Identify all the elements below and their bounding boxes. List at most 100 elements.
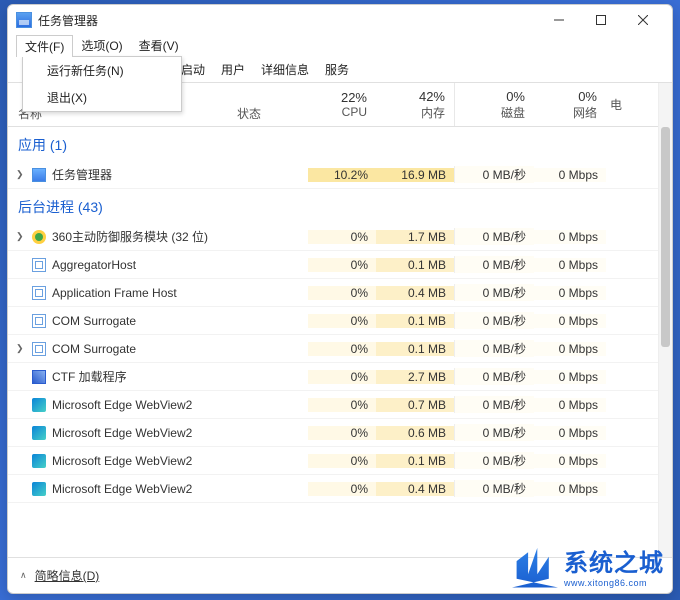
disk-value: 0 MB/秒 <box>454 312 534 329</box>
network-value: 0 Mbps <box>534 482 606 496</box>
network-value: 0 Mbps <box>534 342 606 356</box>
disk-value: 0 MB/秒 <box>454 340 534 357</box>
watermark-logo-icon <box>512 544 558 588</box>
table-row[interactable]: Microsoft Edge WebView2 0% 0.1 MB 0 MB/秒… <box>8 447 658 475</box>
tab-details[interactable]: 详细信息 <box>253 57 317 82</box>
cpu-value: 0% <box>308 426 376 440</box>
table-row[interactable]: Microsoft Edge WebView2 0% 0.6 MB 0 MB/秒… <box>8 419 658 447</box>
process-name: 360主动防御服务模块 (32 位) <box>52 228 208 245</box>
disk-value: 0 MB/秒 <box>454 228 534 245</box>
cpu-value: 0% <box>308 482 376 496</box>
app-icon <box>16 12 32 28</box>
expand-icon[interactable]: ❯ <box>16 231 26 242</box>
memory-value: 16.9 MB <box>376 168 454 182</box>
window-title: 任务管理器 <box>38 12 538 29</box>
network-value: 0 Mbps <box>534 398 606 412</box>
process-name: Microsoft Edge WebView2 <box>52 426 192 440</box>
process-name: CTF 加载程序 <box>52 368 127 385</box>
network-value: 0 Mbps <box>534 314 606 328</box>
table-row[interactable]: Application Frame Host 0% 0.4 MB 0 MB/秒 … <box>8 279 658 307</box>
disk-value: 0 MB/秒 <box>454 256 534 273</box>
expand-icon[interactable]: ❯ <box>16 343 26 354</box>
maximize-button[interactable] <box>580 6 622 34</box>
vertical-scrollbar[interactable] <box>658 83 672 557</box>
memory-value: 0.4 MB <box>376 286 454 300</box>
menu-exit[interactable]: 退出(X) <box>23 84 181 111</box>
disk-value: 0 MB/秒 <box>454 368 534 385</box>
memory-value: 0.6 MB <box>376 426 454 440</box>
network-value: 0 Mbps <box>534 168 606 182</box>
menu-file[interactable]: 文件(F) <box>16 35 73 57</box>
table-body: 应用 (1) ❯ 任务管理器 10.2% 16.9 MB 0 MB/秒 0 Mb… <box>8 127 658 557</box>
memory-value: 0.1 MB <box>376 454 454 468</box>
tab-services[interactable]: 服务 <box>317 57 357 82</box>
network-value: 0 Mbps <box>534 258 606 272</box>
process-icon <box>32 286 46 300</box>
task-manager-window: 任务管理器 文件(F) 选项(O) 查看(V) 运行新任务(N) 退出(X) 启… <box>7 4 673 594</box>
table-row[interactable]: Microsoft Edge WebView2 0% 0.7 MB 0 MB/秒… <box>8 391 658 419</box>
process-icon <box>32 314 46 328</box>
process-icon <box>32 482 46 496</box>
col-cpu[interactable]: 22%CPU <box>308 83 376 126</box>
watermark: 系统之城 www.xitong86.com <box>512 543 664 588</box>
table-row[interactable]: COM Surrogate 0% 0.1 MB 0 MB/秒 0 Mbps <box>8 307 658 335</box>
tab-users[interactable]: 用户 <box>213 57 253 82</box>
process-icon <box>32 370 46 384</box>
process-name: 任务管理器 <box>52 166 112 183</box>
process-icon <box>32 168 46 182</box>
table-row[interactable]: Microsoft Edge WebView2 0% 0.4 MB 0 MB/秒… <box>8 475 658 503</box>
menu-run-new-task[interactable]: 运行新任务(N) <box>23 57 181 84</box>
disk-value: 0 MB/秒 <box>454 166 534 183</box>
cpu-value: 0% <box>308 398 376 412</box>
collapse-icon[interactable]: ∧ <box>20 570 27 581</box>
process-name: AggregatorHost <box>52 258 136 272</box>
expand-icon[interactable]: ❯ <box>16 169 26 180</box>
process-icon <box>32 342 46 356</box>
memory-value: 0.1 MB <box>376 314 454 328</box>
titlebar[interactable]: 任务管理器 <box>8 5 672 35</box>
close-button[interactable] <box>622 6 664 34</box>
process-name: Application Frame Host <box>52 286 177 300</box>
brief-info-link[interactable]: 简略信息(D) <box>35 567 100 584</box>
disk-value: 0 MB/秒 <box>454 452 534 469</box>
process-table: 名称 状态 22%CPU 42%内存 0%磁盘 0%网络 电 应用 (1) ❯ … <box>8 83 658 557</box>
network-value: 0 Mbps <box>534 286 606 300</box>
table-row[interactable]: ❯ 360主动防御服务模块 (32 位) 0% 1.7 MB 0 MB/秒 0 … <box>8 223 658 251</box>
memory-value: 0.1 MB <box>376 342 454 356</box>
disk-value: 0 MB/秒 <box>454 480 534 497</box>
process-name: Microsoft Edge WebView2 <box>52 454 192 468</box>
table-row[interactable]: CTF 加载程序 0% 2.7 MB 0 MB/秒 0 Mbps <box>8 363 658 391</box>
process-name: COM Surrogate <box>52 342 136 356</box>
scroll-thumb[interactable] <box>661 127 670 347</box>
network-value: 0 Mbps <box>534 230 606 244</box>
section-apps[interactable]: 应用 (1) <box>8 127 658 161</box>
cpu-value: 0% <box>308 370 376 384</box>
cpu-value: 0% <box>308 314 376 328</box>
process-icon <box>32 426 46 440</box>
process-icon <box>32 454 46 468</box>
process-name: Microsoft Edge WebView2 <box>52 398 192 412</box>
col-network[interactable]: 0%网络 <box>534 83 606 126</box>
menubar: 文件(F) 选项(O) 查看(V) <box>8 35 672 57</box>
col-state[interactable]: 状态 <box>233 83 308 126</box>
col-power[interactable]: 电 <box>606 83 631 126</box>
process-name: COM Surrogate <box>52 314 136 328</box>
process-icon <box>32 398 46 412</box>
col-memory[interactable]: 42%内存 <box>376 83 454 126</box>
memory-value: 0.4 MB <box>376 482 454 496</box>
col-disk[interactable]: 0%磁盘 <box>454 83 534 126</box>
table-row[interactable]: AggregatorHost 0% 0.1 MB 0 MB/秒 0 Mbps <box>8 251 658 279</box>
process-icon <box>32 258 46 272</box>
network-value: 0 Mbps <box>534 370 606 384</box>
minimize-button[interactable] <box>538 6 580 34</box>
table-row[interactable]: ❯ 任务管理器 10.2% 16.9 MB 0 MB/秒 0 Mbps <box>8 161 658 189</box>
table-row[interactable]: ❯ COM Surrogate 0% 0.1 MB 0 MB/秒 0 Mbps <box>8 335 658 363</box>
menu-view[interactable]: 查看(V) <box>131 35 187 57</box>
network-value: 0 Mbps <box>534 426 606 440</box>
watermark-text: 系统之城 <box>564 550 664 577</box>
cpu-value: 0% <box>308 286 376 300</box>
section-background[interactable]: 后台进程 (43) <box>8 189 658 223</box>
menu-options[interactable]: 选项(O) <box>73 35 130 57</box>
memory-value: 1.7 MB <box>376 230 454 244</box>
memory-value: 0.7 MB <box>376 398 454 412</box>
